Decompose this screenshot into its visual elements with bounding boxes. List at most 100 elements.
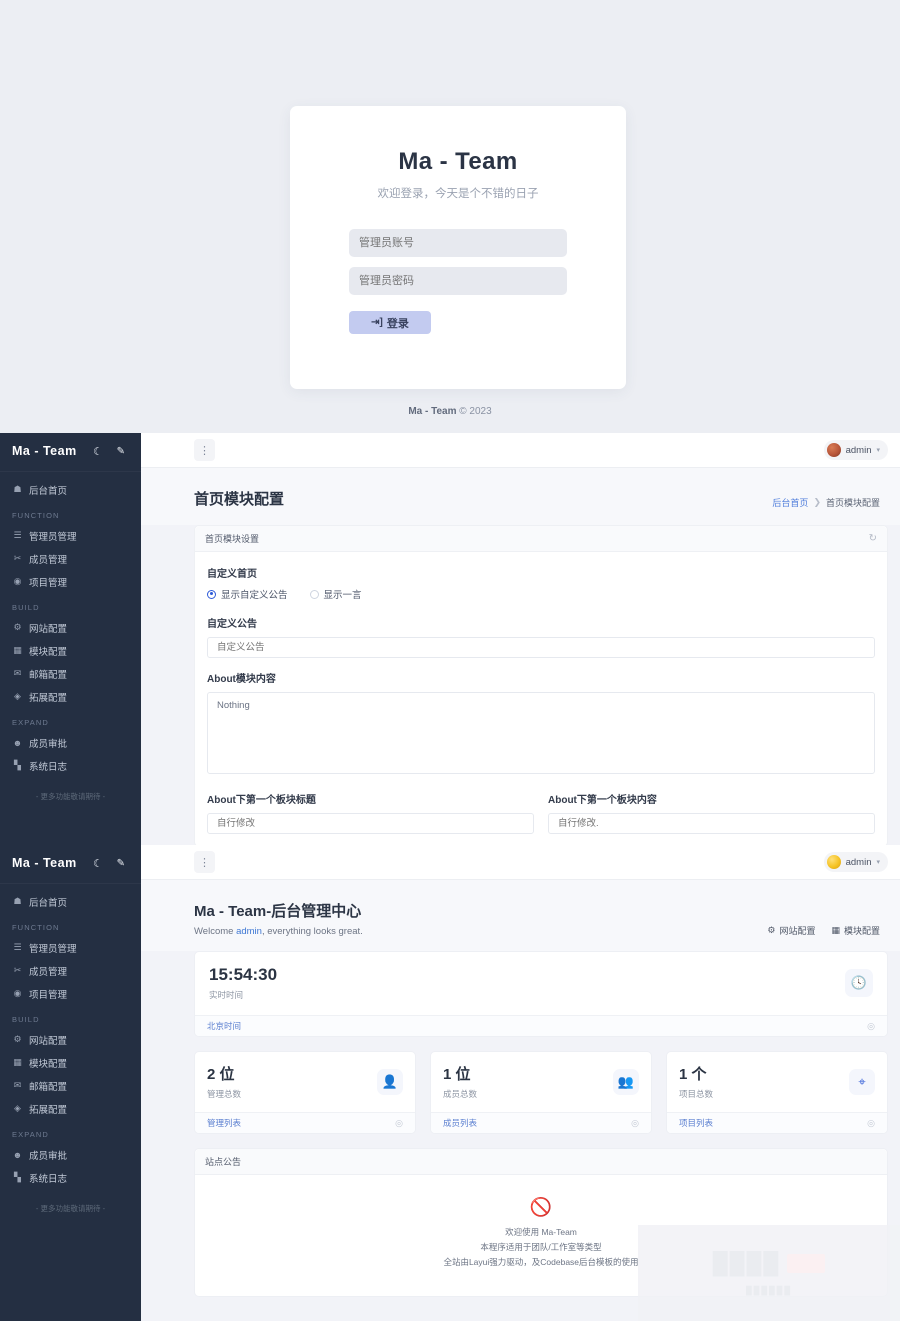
sidebar-item-member-manage[interactable]: ✂ 成员管理	[0, 959, 141, 982]
stat-link[interactable]: 项目列表	[679, 1117, 713, 1129]
arrow-right-icon[interactable]: ◎	[867, 1118, 875, 1129]
page-title: 首页模块配置	[194, 491, 285, 508]
page-header: Ma - Team-后台管理中心 Welcome admin, everythi…	[141, 880, 900, 951]
dots-vertical-icon[interactable]: ⋮	[194, 439, 215, 461]
panel-body-field: About下第一个板块内容	[548, 791, 875, 834]
stat-card-admins: 2 位 管理总数 👤 管理列表 ◎	[194, 1051, 416, 1134]
arrow-right-icon[interactable]: ◎	[631, 1118, 639, 1129]
mail-icon: ✉	[13, 668, 22, 678]
arrow-right-icon[interactable]: ◎	[867, 1021, 875, 1032]
login-submit-button[interactable]: ⇥] 登录	[349, 311, 431, 334]
sidebar-item-site-config[interactable]: ⚙ 网站配置	[0, 1028, 141, 1051]
notice-line: 欢迎使用 Ma-Team	[505, 1227, 577, 1237]
sidebar-group-title: FUNCTION	[12, 511, 60, 520]
sidebar-item-admin-manage[interactable]: ☰ 管理员管理	[0, 524, 141, 547]
pencil-icon[interactable]: ✎	[117, 858, 125, 869]
settings-icon: ⚙	[13, 1034, 22, 1044]
sidebar-item-member-manage[interactable]: ✂ 成员管理	[0, 547, 141, 570]
sidebar-item-module-config[interactable]: ▦ 模块配置	[0, 1051, 141, 1074]
list-icon: ☰	[13, 942, 22, 952]
sidebar-brand: Ma - Team	[12, 856, 77, 870]
pencil-icon[interactable]: ✎	[117, 446, 125, 457]
sidebar-item-module-config[interactable]: ▦ 模块配置	[0, 639, 141, 662]
sidebar-item-admin-manage[interactable]: ☰ 管理员管理	[0, 936, 141, 959]
sidebar-item-label: 邮箱配置	[29, 669, 68, 681]
stat-link[interactable]: 管理列表	[207, 1117, 241, 1129]
sidebar-item-extend-config[interactable]: ◈ 拓展配置	[0, 685, 141, 708]
sidebar-item-member-approval[interactable]: ☻ 成员审批	[0, 1143, 141, 1166]
dash2-body: 15:54:30 实时时间 🕓 北京时间 ◎ 2 位 管理总数 👤 管理列表 ◎…	[141, 951, 900, 1297]
clock-icon: 🕓	[845, 969, 873, 997]
sidebar-brand-row: Ma - Team ☾ ✎	[0, 433, 141, 469]
main-content: ⋮ admin ▾ 首页模块配置 后台首页 ❯ 首页模块配置 首页模块设置 ↻ …	[141, 433, 900, 845]
list-icon: ☰	[13, 530, 22, 540]
stat-text: 2 位 管理总数	[207, 1063, 241, 1100]
sidebar-item-home[interactable]: ☗ 后台首页	[0, 890, 141, 913]
page-title: Ma - Team-后台管理中心	[194, 903, 362, 920]
topbar: ⋮ admin ▾	[141, 433, 900, 468]
sidebar-item-label: 系统日志	[29, 1173, 68, 1185]
clock-main: 15:54:30 实时时间 🕓	[195, 952, 887, 1015]
panel-title-input[interactable]	[207, 813, 534, 834]
stat-main: 1 位 成员总数 👥	[431, 1052, 651, 1112]
dots-vertical-icon[interactable]: ⋮	[194, 851, 215, 873]
radio-show-custom-notice[interactable]: 显示自定义公告	[207, 587, 288, 601]
gear-icon: ⚙	[767, 925, 776, 935]
sidebar: Ma - Team ☾ ✎ ☗ 后台首页 FUNCTION ☰ 管理员管理 ✂ …	[0, 433, 141, 845]
card-header: 首页模块设置 ↻	[195, 526, 887, 552]
sidebar-item-extend-config[interactable]: ◈ 拓展配置	[0, 1097, 141, 1120]
sidebar-item-member-approval[interactable]: ☻ 成员审批	[0, 731, 141, 754]
globe-icon: ◉	[13, 576, 22, 586]
user-menu[interactable]: admin ▾	[823, 852, 888, 872]
dashboard-admin-center: Ma - Team ☾ ✎ ☗ 后台首页 FUNCTION ☰ 管理员管理 ✂ …	[0, 845, 900, 1321]
breadcrumb-separator: ❯	[813, 497, 821, 507]
arrow-right-icon[interactable]: ◎	[395, 1118, 403, 1129]
stat-main: 2 位 管理总数 👤	[195, 1052, 415, 1112]
notice-body: 🚫 欢迎使用 Ma-Team 本程序适用于团队/工作室等类型 全站由Layui强…	[195, 1175, 887, 1296]
panel-body-label: About下第一个板块内容	[548, 795, 657, 806]
custom-notice-input[interactable]	[207, 637, 875, 658]
sidebar-item-site-config[interactable]: ⚙ 网站配置	[0, 616, 141, 639]
panel-body-input[interactable]	[548, 813, 875, 834]
login-footer: Ma - Team © 2023	[0, 406, 900, 417]
radio-show-hitokoto[interactable]: 显示一言	[309, 587, 362, 601]
login-footer-copy: © 2023	[459, 406, 492, 417]
clock-foot-link[interactable]: 北京时间	[207, 1020, 241, 1032]
users-icon: 👥	[613, 1068, 639, 1095]
card-title: 首页模块设置	[205, 534, 260, 544]
header-action-module-config[interactable]: ▦ 模块配置	[831, 924, 880, 937]
sidebar-item-mail-config[interactable]: ✉ 邮箱配置	[0, 1074, 141, 1097]
sidebar-item-project-manage[interactable]: ◉ 项目管理	[0, 982, 141, 1005]
breadcrumb-root[interactable]: 后台首页	[772, 496, 808, 509]
sidebar-item-home[interactable]: ☗ 后台首页	[0, 478, 141, 501]
grid-icon: ▦	[13, 645, 22, 655]
sidebar-group-title: EXPAND	[12, 718, 49, 727]
header-action-site-config[interactable]: ⚙ 网站配置	[767, 924, 815, 937]
panel-title-label: About下第一个板块标题	[207, 795, 316, 806]
sidebar-item-label: 系统日志	[29, 761, 68, 773]
stat-label: 成员总数	[443, 1089, 478, 1099]
user-menu[interactable]: admin ▾	[823, 440, 888, 460]
main-content: ⋮ admin ▾ Ma - Team-后台管理中心 Welcome admin…	[141, 845, 900, 1321]
refresh-icon[interactable]: ↻	[869, 533, 877, 544]
stat-link[interactable]: 成员列表	[443, 1117, 477, 1129]
sidebar-item-project-manage[interactable]: ◉ 项目管理	[0, 570, 141, 593]
sidebar-item-system-log[interactable]: ▚ 系统日志	[0, 754, 141, 777]
password-input[interactable]	[349, 267, 567, 295]
sidebar-item-mail-config[interactable]: ✉ 邮箱配置	[0, 662, 141, 685]
stat-card-members: 1 位 成员总数 👥 成员列表 ◎	[430, 1051, 652, 1134]
stat-label: 管理总数	[207, 1089, 242, 1099]
moon-icon[interactable]: ☾	[93, 857, 103, 870]
chart-icon: ▚	[14, 760, 21, 770]
sidebar-item-system-log[interactable]: ▚ 系统日志	[0, 1166, 141, 1189]
share-icon: ⌖	[849, 1068, 875, 1095]
notice-title: 站点公告	[205, 1157, 242, 1167]
username-input[interactable]	[349, 229, 567, 257]
stat-value: 2 位	[207, 1066, 235, 1083]
globe-icon: ◉	[13, 988, 22, 998]
stat-card-projects: 1 个 项目总数 ⌖ 项目列表 ◎	[666, 1051, 888, 1134]
panel-fields-grid: About下第一个板块标题 About下第一个板块内容	[207, 791, 875, 834]
moon-icon[interactable]: ☾	[93, 445, 103, 458]
about-content-textarea[interactable]: Nothing	[207, 692, 875, 774]
chevron-down-icon: ▾	[876, 447, 880, 454]
